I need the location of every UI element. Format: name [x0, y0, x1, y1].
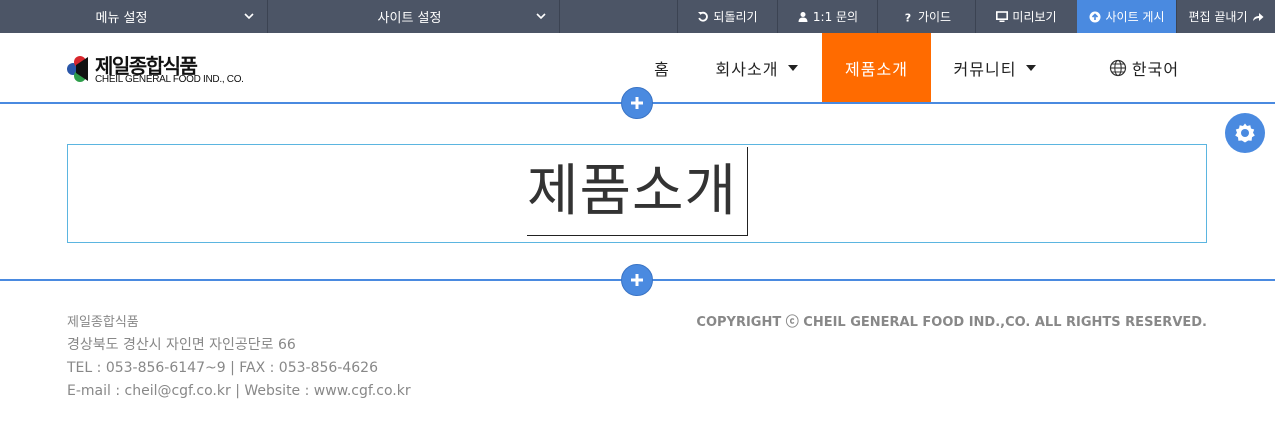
gear-icon: [1235, 123, 1255, 143]
logo-english: CHEIL GENERAL FOOD IND., CO.: [95, 74, 244, 85]
nav-label: 제품소개: [845, 60, 908, 79]
undo-label: 되돌리기: [713, 10, 758, 24]
svg-text:?: ?: [905, 11, 911, 23]
nav-label: 커뮤니티: [953, 60, 1017, 79]
logo-mark-icon: [67, 56, 88, 82]
arrow-up-circle-icon: [1089, 11, 1101, 22]
footer-contact: TEL : 053-856-6147~9 | FAX : 053-856-462…: [67, 360, 378, 376]
undo-icon: [698, 11, 709, 22]
section-settings-button[interactable]: [1225, 113, 1265, 153]
guide-button[interactable]: ? 가이드: [877, 0, 975, 33]
globe-icon: [1109, 59, 1127, 77]
inquiry-button[interactable]: 1:1 문의: [777, 0, 877, 33]
page-title[interactable]: 제품소개: [527, 147, 748, 236]
preview-button[interactable]: 미리보기: [975, 0, 1077, 33]
menu-settings-label: 메뉴 설정: [95, 11, 148, 26]
editor-toolbar: 메뉴 설정 사이트 설정 되돌리기 1:1 문의 ? 가이드 미리보기 사이트 …: [0, 0, 1275, 33]
site-settings-dropdown[interactable]: 사이트 설정: [268, 0, 560, 33]
site-logo[interactable]: 제일종합식품 CHEIL GENERAL FOOD IND., CO.: [66, 53, 246, 87]
nav-item-products[interactable]: 제품소개: [822, 33, 931, 103]
footer-info: 제일종합식품 경상북도 경산시 자인면 자인공단로 66 TEL : 053-8…: [67, 311, 411, 403]
language-label: 한국어: [1131, 60, 1180, 79]
chevron-down-icon: [536, 13, 546, 20]
footer-company: 제일종합식품: [67, 315, 139, 330]
add-section-button[interactable]: [621, 264, 653, 296]
nav-item-company[interactable]: 회사소개: [700, 33, 814, 103]
publish-site-button[interactable]: 사이트 게시: [1077, 0, 1176, 33]
footer-copyright: COPYRIGHT ⓒ CHEIL GENERAL FOOD IND.,CO. …: [696, 315, 1207, 330]
language-selector[interactable]: 한국어: [1098, 33, 1190, 103]
site-settings-label: 사이트 설정: [377, 11, 442, 26]
footer-address: 경상북도 경산시 자인면 자인공단로 66: [67, 337, 296, 353]
undo-button[interactable]: 되돌리기: [677, 0, 777, 33]
exit-edit-button[interactable]: 편집 끝내기: [1176, 0, 1275, 33]
plus-icon: [631, 97, 643, 109]
exit-edit-label: 편집 끝내기: [1188, 10, 1248, 24]
publish-label: 사이트 게시: [1105, 10, 1165, 24]
nav-label: 회사소개: [715, 60, 779, 79]
inquiry-label: 1:1 문의: [812, 10, 859, 24]
preview-label: 미리보기: [1012, 10, 1057, 24]
user-icon: [798, 11, 808, 22]
caret-down-icon: [1026, 65, 1037, 71]
chevron-down-icon: [244, 13, 254, 20]
nav-item-community[interactable]: 커뮤니티: [940, 33, 1050, 103]
caret-down-icon: [788, 65, 799, 71]
menu-settings-dropdown[interactable]: 메뉴 설정: [0, 0, 268, 33]
question-icon: ?: [905, 11, 911, 23]
nav-label: 홈: [654, 60, 670, 79]
monitor-icon: [996, 10, 1009, 22]
add-section-button[interactable]: [621, 87, 653, 119]
footer-web: E-mail : cheil@cgf.co.kr | Website : www…: [67, 383, 411, 399]
guide-label: 가이드: [917, 10, 952, 24]
share-arrow-icon: [1252, 12, 1263, 21]
plus-icon: [631, 274, 643, 286]
